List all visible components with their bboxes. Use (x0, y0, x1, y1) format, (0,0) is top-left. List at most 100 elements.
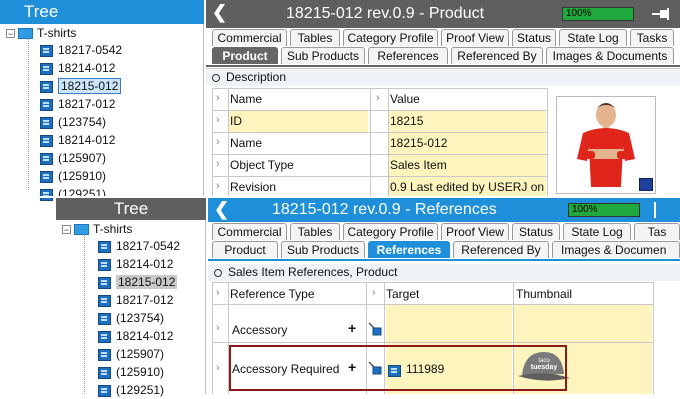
product-icon (98, 276, 111, 289)
tree-item[interactable]: 18214-012 (40, 131, 115, 149)
pin-icon[interactable] (654, 202, 656, 218)
tree-item[interactable]: 18217-0542 (40, 41, 122, 59)
row-name: Object Type (230, 158, 294, 172)
tab-tasks[interactable]: Tas (634, 223, 680, 240)
tree-item[interactable]: (129251) (98, 381, 164, 399)
tree-item[interactable]: (123754) (40, 113, 106, 131)
tab-status[interactable]: Status (512, 29, 556, 46)
back-arrow-icon[interactable]: ❮ (214, 199, 229, 220)
tab-tables[interactable]: Tables (290, 223, 340, 240)
tab-product[interactable]: Product (212, 47, 278, 64)
tab-referenced-by[interactable]: Referenced By (451, 47, 543, 64)
row-value[interactable]: 18215-012 (390, 136, 447, 150)
tab-images-documents[interactable]: Images & Documen (552, 241, 680, 258)
tab-strip-top-row2: Product Sub Products References Referenc… (206, 46, 680, 67)
tab-strip-bottom-row2: Product Sub Products References Referenc… (208, 240, 680, 261)
product-icon (40, 44, 53, 57)
add-reference-button[interactable]: + (348, 320, 356, 336)
row-value[interactable]: Sales Item (390, 158, 447, 172)
tree-item[interactable]: (123754) (98, 309, 164, 327)
section-header[interactable]: Sales Item References, Product (208, 264, 680, 281)
product-icon (40, 62, 53, 75)
tab-proof-view[interactable]: Proof View (441, 223, 509, 240)
tab-images-documents[interactable]: Images & Documents (546, 47, 674, 64)
row-name: Name (230, 136, 263, 150)
pin-icon[interactable] (652, 8, 672, 20)
tree-item[interactable]: 18214-012 (98, 255, 173, 273)
section-header[interactable]: Description (206, 68, 680, 86)
image-type-icon (639, 178, 653, 191)
column-menu-icon[interactable]: › (376, 92, 380, 104)
row-chevron-icon[interactable]: › (216, 114, 220, 126)
column-header-target[interactable]: Target (386, 287, 419, 301)
row-chevron-icon[interactable]: › (216, 322, 220, 334)
tab-status[interactable]: Status (512, 223, 560, 240)
tree-item-selected[interactable]: 18215-012 (40, 77, 122, 95)
tab-proof-view[interactable]: Proof View (441, 29, 509, 46)
row-chevron-icon[interactable]: › (216, 158, 220, 170)
tab-category-profile[interactable]: Category Profile (343, 223, 438, 240)
row-chevron-icon[interactable]: › (216, 136, 220, 148)
tree-root[interactable]: − T-shirts (62, 220, 132, 238)
row-value[interactable]: 0.9 Last edited by USERJ on M... (390, 180, 546, 194)
row-chevron-icon: › (216, 92, 220, 104)
product-icon (40, 152, 53, 165)
row-chevron-icon: › (216, 287, 220, 299)
row-chevron-icon[interactable]: › (216, 362, 220, 374)
tree-item[interactable]: (125910) (98, 363, 164, 381)
progress-bar: 100% (568, 203, 640, 217)
tab-commercial[interactable]: Commercial (212, 29, 287, 46)
highlight-callout (229, 345, 567, 391)
tree-item[interactable]: 18217-012 (40, 95, 115, 113)
tab-tasks[interactable]: Tasks (630, 29, 674, 46)
tree-item[interactable]: 18217-0542 (98, 237, 180, 255)
product-icon (98, 384, 111, 397)
tree-panel: − T-shirts 18217-0542 18214-012 18215-012… (56, 220, 206, 397)
tab-tables[interactable]: Tables (290, 29, 340, 46)
column-header-value[interactable]: Value (390, 92, 420, 106)
row-chevron-icon[interactable]: › (216, 180, 220, 192)
product-icon (40, 188, 53, 201)
product-icon (40, 134, 53, 147)
tree-panel: − T-shirts 18217-0542 18214-012 18215-012… (0, 24, 204, 201)
tree-root[interactable]: − T-shirts (6, 24, 76, 42)
tab-state-log[interactable]: State Log (559, 29, 627, 46)
page-title: 18215-012 rev.0.9 - Product (286, 5, 485, 22)
tab-sub-products[interactable]: Sub Products (281, 47, 365, 64)
column-menu-icon[interactable]: › (372, 287, 376, 299)
back-arrow-icon[interactable]: ❮ (212, 2, 227, 23)
tree-item[interactable]: 18214-012 (98, 327, 173, 345)
tab-references[interactable]: References (368, 47, 448, 64)
tree-item[interactable]: 18214-012 (40, 59, 115, 77)
tab-references[interactable]: References (368, 241, 450, 258)
pin-marker-icon (214, 268, 222, 277)
tree-header: Tree (56, 198, 206, 220)
column-header-reference-type[interactable]: Reference Type (230, 287, 315, 301)
tab-state-log[interactable]: State Log (563, 223, 631, 240)
pin-marker-icon (212, 73, 220, 82)
product-image[interactable] (556, 96, 656, 194)
column-header-thumbnail[interactable]: Thumbnail (516, 287, 572, 301)
reference-link-icon[interactable] (368, 322, 382, 336)
product-icon (98, 258, 111, 271)
tree-item[interactable]: (125907) (98, 345, 164, 363)
product-icon (40, 116, 53, 129)
tab-sub-products[interactable]: Sub Products (281, 241, 365, 258)
tab-commercial[interactable]: Commercial (212, 223, 287, 240)
tree-title: Tree (24, 2, 59, 21)
tree-item[interactable]: (125910) (40, 167, 106, 185)
product-icon (98, 240, 111, 253)
tab-product[interactable]: Product (212, 241, 278, 258)
row-value[interactable]: 18215 (390, 114, 423, 128)
tab-category-profile[interactable]: Category Profile (343, 29, 438, 46)
collapse-icon[interactable]: − (62, 225, 71, 235)
tree-item-selected[interactable]: 18215-012 (98, 273, 178, 291)
product-icon (40, 170, 53, 183)
collapse-icon[interactable]: − (6, 29, 15, 39)
tab-referenced-by[interactable]: Referenced By (453, 241, 549, 258)
tree-item[interactable]: (125907) (40, 149, 106, 167)
product-icon (40, 80, 53, 93)
row-reference-type: Accessory (232, 323, 288, 337)
tree-item[interactable]: 18217-012 (98, 291, 173, 309)
column-header-name[interactable]: Name (230, 92, 262, 106)
